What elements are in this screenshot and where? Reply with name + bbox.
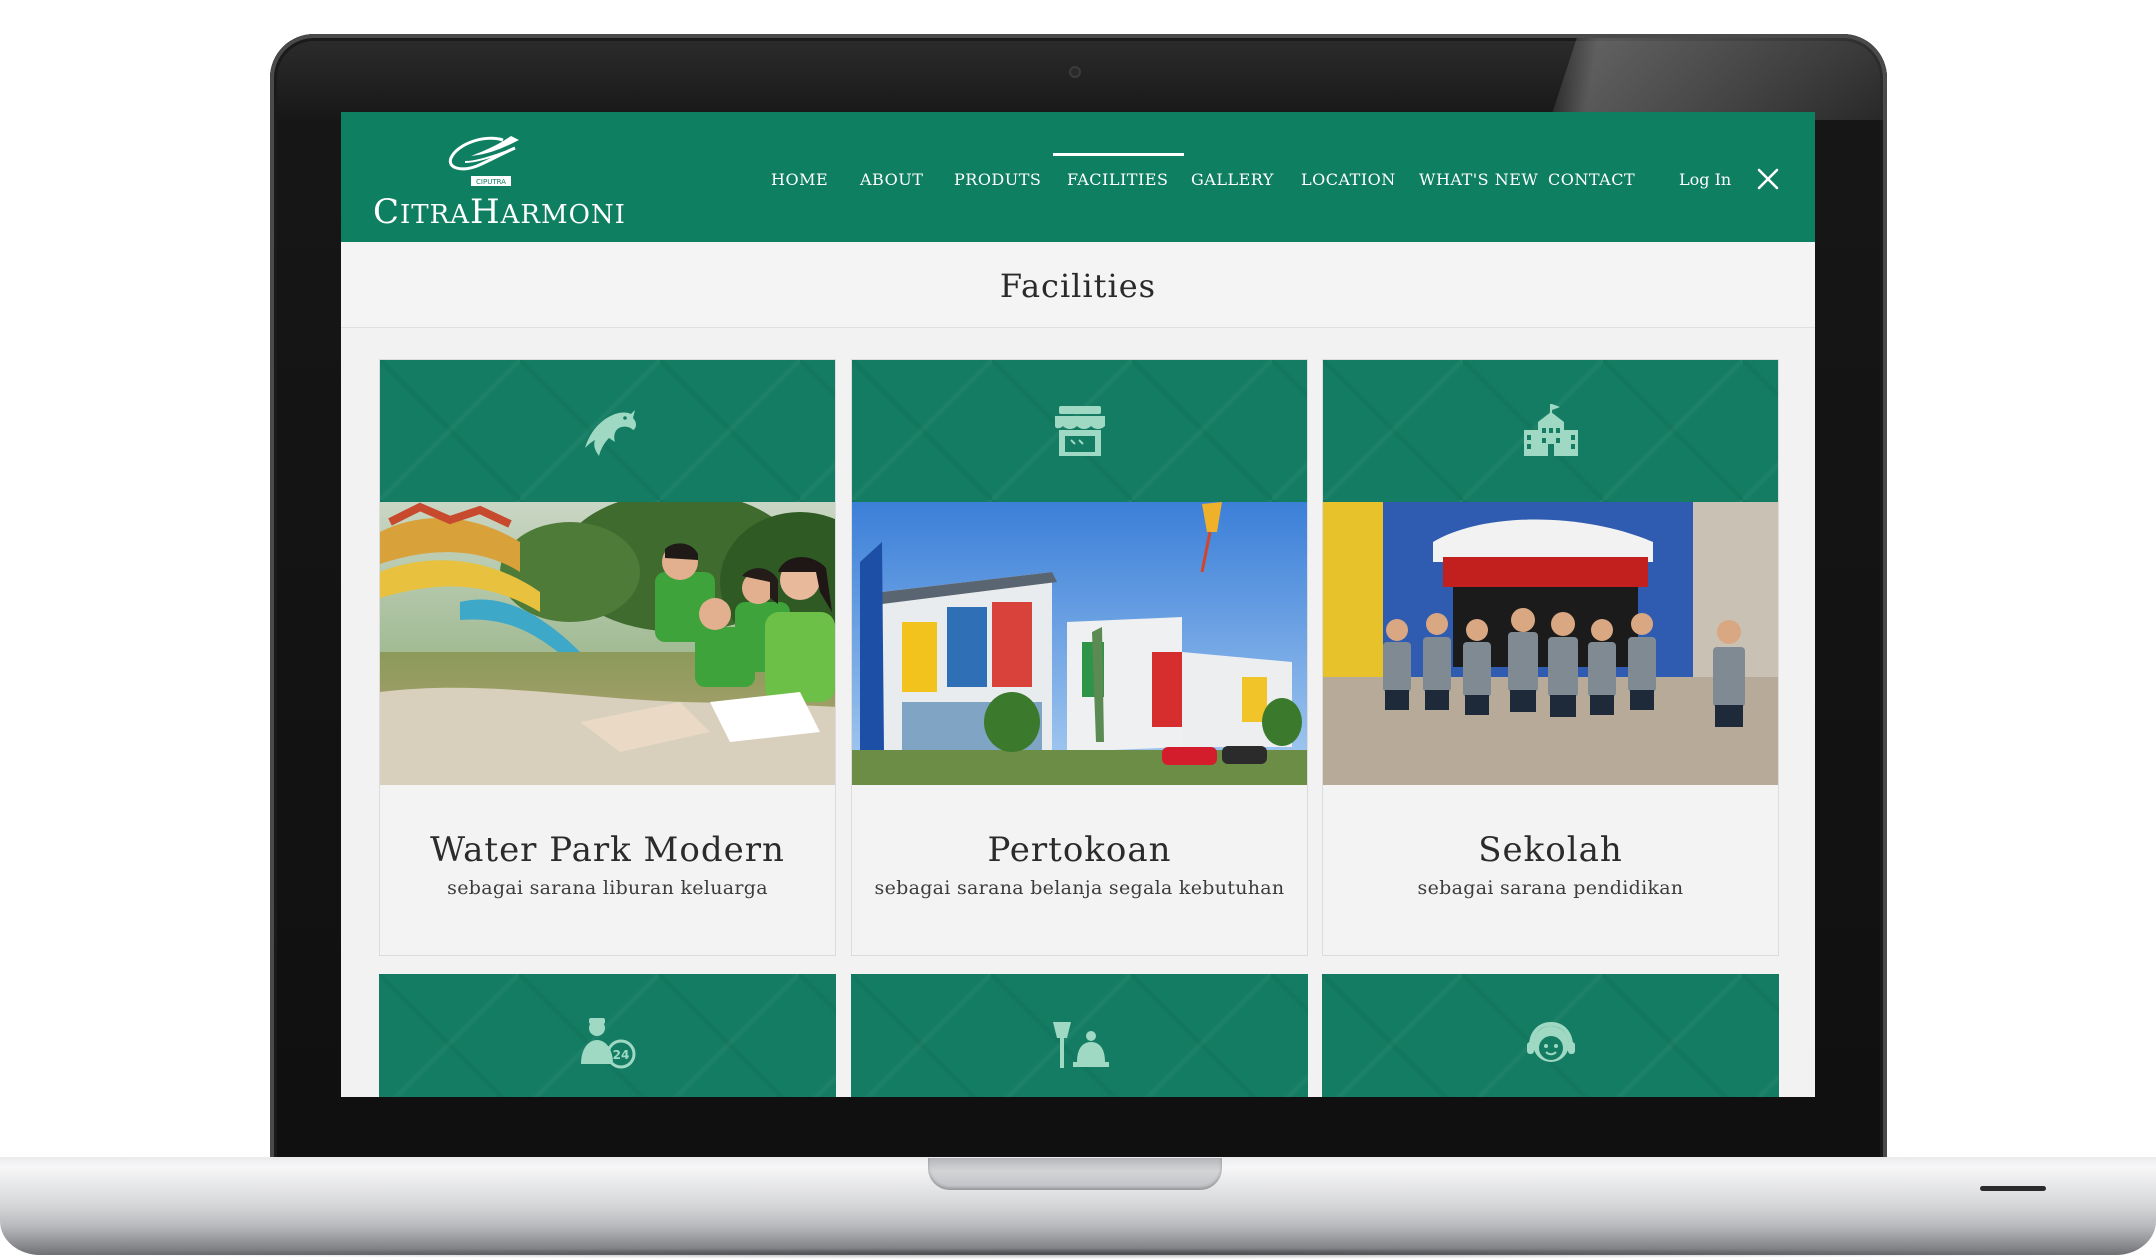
laptop-mockup: CIPUTRA CITRAHARMONI HOME ABOUT PRODUTS … bbox=[0, 0, 2156, 1259]
nav-whats-new[interactable]: WHAT'S NEW bbox=[1419, 170, 1538, 189]
facility-title: Water Park Modern bbox=[430, 830, 785, 870]
card-header bbox=[380, 360, 835, 502]
cleaning-service-icon bbox=[1052, 1022, 1109, 1068]
login-link[interactable]: Log In bbox=[1679, 170, 1731, 189]
shophouse-photo bbox=[852, 502, 1307, 785]
facility-card-security[interactable]: 24 bbox=[379, 974, 836, 1097]
school-icon bbox=[1523, 404, 1578, 456]
base-shadow bbox=[16, 1248, 2140, 1259]
nav-about[interactable]: ABOUT bbox=[860, 170, 923, 189]
dolphin-icon bbox=[584, 410, 636, 456]
browser-screen: CIPUTRA CITRAHARMONI HOME ABOUT PRODUTS … bbox=[341, 112, 1815, 1097]
lid-opening-notch bbox=[928, 1158, 1222, 1190]
facility-card-customer-service[interactable] bbox=[1322, 974, 1779, 1097]
card-header bbox=[852, 360, 1307, 502]
side-vent bbox=[1980, 1186, 2046, 1191]
shop-icon bbox=[1054, 406, 1105, 456]
main-nav: HOME ABOUT PRODUTS FACILITIES GALLERY LO… bbox=[341, 112, 1815, 242]
page-title: Facilities bbox=[999, 267, 1157, 305]
lid-glare bbox=[1550, 38, 1884, 120]
nav-produts[interactable]: PRODUTS bbox=[954, 170, 1041, 189]
customer-service-icon bbox=[1526, 1021, 1575, 1062]
facility-title: Pertokoan bbox=[987, 830, 1172, 870]
nav-location[interactable]: LOCATION bbox=[1301, 170, 1396, 189]
nav-facilities[interactable]: FACILITIES bbox=[1052, 153, 1185, 189]
facility-subtitle: sebagai sarana belanja segala kebutuhan bbox=[874, 877, 1285, 899]
nav-home[interactable]: HOME bbox=[771, 170, 828, 189]
facility-card-pertokoan[interactable]: Pertokoan sebagai sarana belanja segala … bbox=[851, 359, 1308, 956]
waterpark-photo bbox=[380, 502, 835, 785]
top-navbar: CIPUTRA CITRAHARMONI HOME ABOUT PRODUTS … bbox=[341, 112, 1815, 242]
card-header bbox=[1322, 974, 1779, 1097]
school-photo bbox=[1323, 502, 1778, 785]
facility-title: Sekolah bbox=[1478, 830, 1623, 870]
close-icon[interactable] bbox=[1756, 167, 1780, 191]
nav-contact[interactable]: CONTACT bbox=[1548, 170, 1635, 189]
card-header bbox=[1323, 360, 1778, 502]
facility-card-waterpark[interactable]: Water Park Modern sebagai sarana liburan… bbox=[379, 359, 836, 956]
facility-card-sekolah[interactable]: Sekolah sebagai sarana pendidikan bbox=[1322, 359, 1779, 956]
card-header: 24 bbox=[379, 974, 836, 1097]
security-24-icon: 24 bbox=[580, 1018, 635, 1069]
facility-card-cleaning[interactable] bbox=[851, 974, 1308, 1097]
nav-gallery[interactable]: GALLERY bbox=[1191, 170, 1274, 189]
facility-subtitle: sebagai sarana liburan keluarga bbox=[447, 877, 768, 899]
webcam bbox=[1069, 66, 1081, 78]
svg-text:24: 24 bbox=[612, 1048, 629, 1062]
page-title-bar: Facilities bbox=[341, 242, 1815, 328]
facility-subtitle: sebagai sarana pendidikan bbox=[1417, 877, 1684, 899]
card-header bbox=[851, 974, 1308, 1097]
